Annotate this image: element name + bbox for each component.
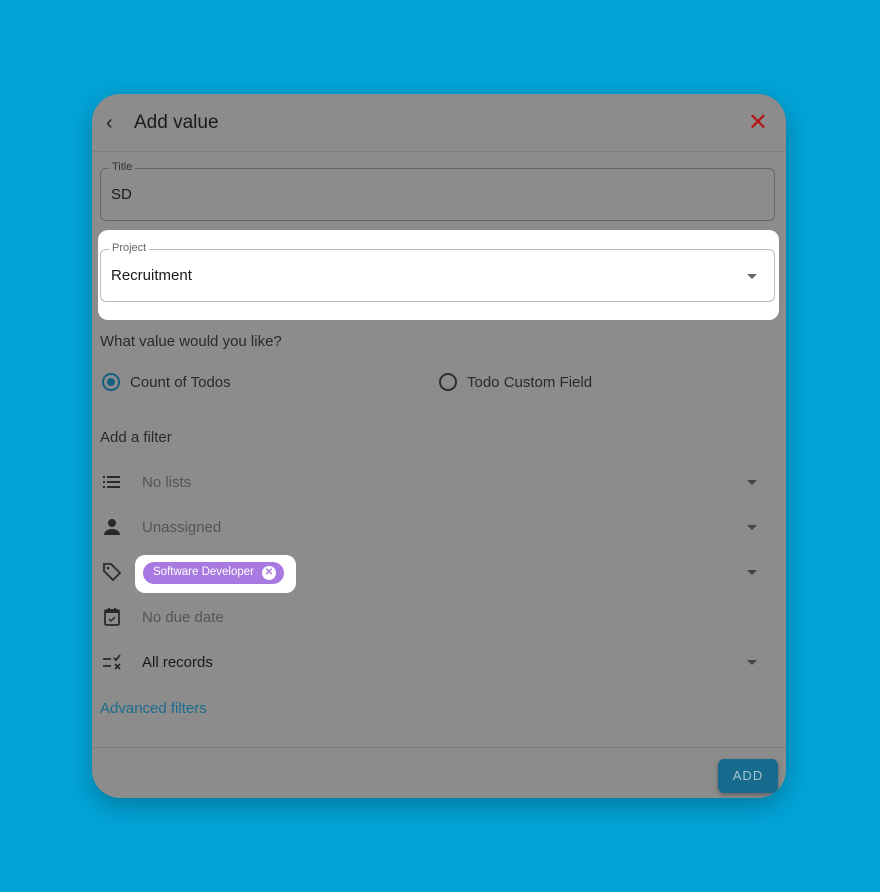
add-value-dialog: ‹ Add value ✕ Title SD Project Recruitme… — [92, 94, 786, 798]
filter-heading: Add a filter — [100, 429, 172, 446]
chevron-down-icon — [747, 660, 757, 665]
filter-assignee-value: Unassigned — [142, 519, 222, 536]
dialog-title: Add value — [134, 112, 219, 133]
filter-due-date[interactable]: No due date — [92, 599, 786, 639]
list-icon — [103, 476, 120, 488]
title-field[interactable]: Title SD — [100, 161, 775, 221]
title-field-value: SD — [111, 186, 132, 203]
chevron-down-icon — [747, 570, 757, 575]
project-select[interactable]: Project Recruitment — [100, 242, 775, 302]
remove-chip-icon[interactable]: ✕ — [262, 566, 276, 580]
tag-chip-label: Software Developer — [153, 566, 254, 578]
filter-due-date-value: No due date — [142, 609, 224, 626]
title-field-label: Title — [109, 161, 136, 173]
tag-chip[interactable]: Software Developer ✕ — [143, 562, 284, 584]
close-icon[interactable]: ✕ — [748, 108, 768, 137]
filter-records-value: All records — [142, 654, 213, 671]
filter-lists[interactable]: No lists — [92, 464, 786, 504]
radio-label-todo-custom-field: Todo Custom Field — [467, 374, 593, 391]
chevron-down-icon — [747, 525, 757, 530]
filter-lists-value: No lists — [142, 474, 192, 491]
radio-todo-custom-field[interactable] — [439, 373, 457, 391]
chevron-down-icon — [747, 274, 757, 279]
tag-icon — [103, 563, 122, 582]
back-chevron-icon[interactable]: ‹ — [106, 112, 113, 135]
filter-assignee[interactable]: Unassigned — [92, 509, 786, 549]
radio-label-count-of-todos: Count of Todos — [130, 374, 231, 391]
project-field-value: Recruitment — [111, 267, 192, 284]
checklist-x-icon — [103, 654, 121, 670]
filter-tags[interactable]: Software Developer ✕ — [92, 554, 786, 594]
add-button[interactable]: ADD — [718, 759, 778, 793]
radio-count-of-todos[interactable] — [102, 373, 120, 391]
chevron-down-icon — [747, 480, 757, 485]
advanced-filters-link[interactable]: Advanced filters — [100, 700, 207, 717]
person-icon — [104, 519, 120, 535]
dialog-header: ‹ Add value ✕ — [92, 94, 786, 152]
footer-divider — [92, 747, 786, 748]
value-question: What value would you like? — [100, 333, 282, 350]
filter-records[interactable]: All records — [92, 644, 786, 684]
project-field-label: Project — [109, 242, 150, 254]
calendar-check-icon — [104, 608, 120, 626]
